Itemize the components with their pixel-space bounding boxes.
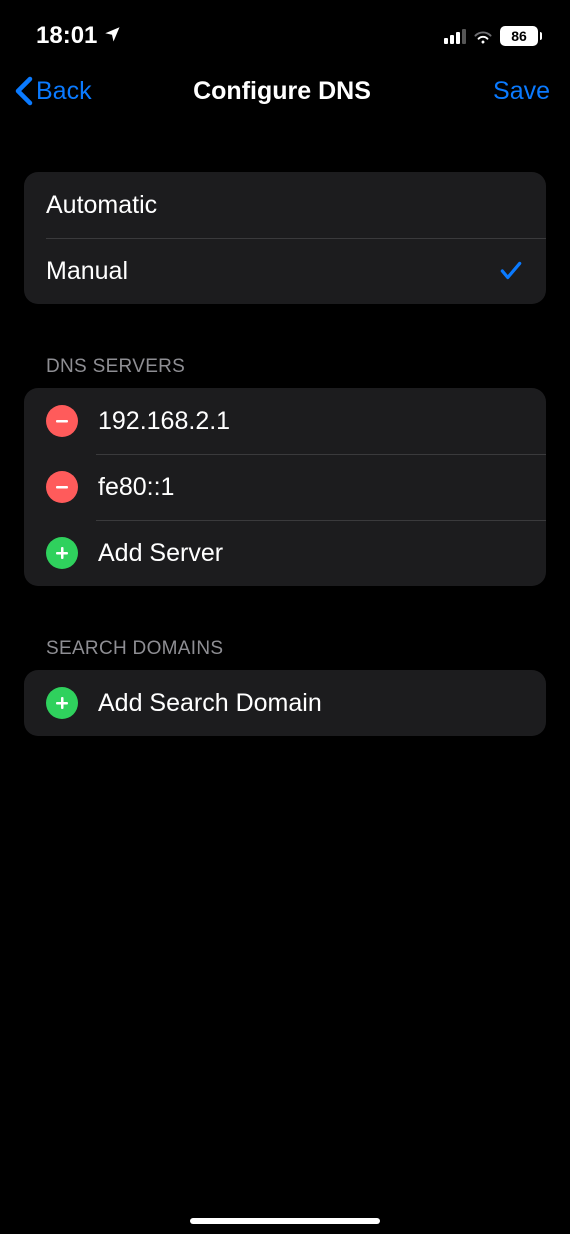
add-icon bbox=[46, 537, 78, 569]
status-bar: 18:01 86 bbox=[0, 0, 570, 58]
dns-server-value: 192.168.2.1 bbox=[98, 407, 230, 436]
chevron-left-icon bbox=[14, 76, 34, 106]
dns-servers-group: 192.168.2.1 fe80::1 Add Server bbox=[24, 388, 546, 586]
search-domains-group: Add Search Domain bbox=[24, 670, 546, 736]
remove-server-button[interactable] bbox=[46, 471, 78, 503]
status-right: 86 bbox=[444, 26, 542, 46]
back-label: Back bbox=[36, 77, 92, 106]
mode-option-manual[interactable]: Manual bbox=[24, 238, 546, 304]
add-icon bbox=[46, 687, 78, 719]
add-server-label: Add Server bbox=[98, 539, 223, 568]
home-indicator[interactable] bbox=[190, 1218, 380, 1224]
mode-option-label: Manual bbox=[46, 257, 498, 286]
dns-server-row[interactable]: fe80::1 bbox=[24, 454, 546, 520]
wifi-icon bbox=[472, 28, 494, 44]
battery-icon: 86 bbox=[500, 26, 542, 46]
add-server-row[interactable]: Add Server bbox=[24, 520, 546, 586]
dns-server-value: fe80::1 bbox=[98, 473, 174, 502]
search-domains-header: SEARCH DOMAINS bbox=[24, 638, 546, 670]
dns-server-row[interactable]: 192.168.2.1 bbox=[24, 388, 546, 454]
add-search-domain-label: Add Search Domain bbox=[98, 689, 322, 718]
mode-option-automatic[interactable]: Automatic bbox=[24, 172, 546, 238]
battery-percent: 86 bbox=[511, 29, 527, 43]
cellular-signal-icon bbox=[444, 28, 466, 44]
remove-server-button[interactable] bbox=[46, 405, 78, 437]
checkmark-icon bbox=[498, 258, 524, 284]
nav-bar: Back Configure DNS Save bbox=[0, 58, 570, 130]
add-search-domain-row[interactable]: Add Search Domain bbox=[24, 670, 546, 736]
dns-section: DNS SERVERS 192.168.2.1 fe80::1 bbox=[24, 356, 546, 586]
content: Automatic Manual DNS SERVERS 192.168.2.1 bbox=[0, 130, 570, 736]
search-domains-section: SEARCH DOMAINS Add Search Domain bbox=[24, 638, 546, 736]
dns-section-header: DNS SERVERS bbox=[24, 356, 546, 388]
location-icon bbox=[103, 22, 121, 50]
mode-option-label: Automatic bbox=[46, 191, 524, 220]
mode-group: Automatic Manual bbox=[24, 172, 546, 304]
save-button[interactable]: Save bbox=[450, 77, 550, 106]
back-button[interactable]: Back bbox=[14, 76, 114, 106]
status-time: 18:01 bbox=[36, 22, 97, 50]
status-left: 18:01 bbox=[36, 22, 121, 50]
page-title: Configure DNS bbox=[114, 77, 450, 106]
